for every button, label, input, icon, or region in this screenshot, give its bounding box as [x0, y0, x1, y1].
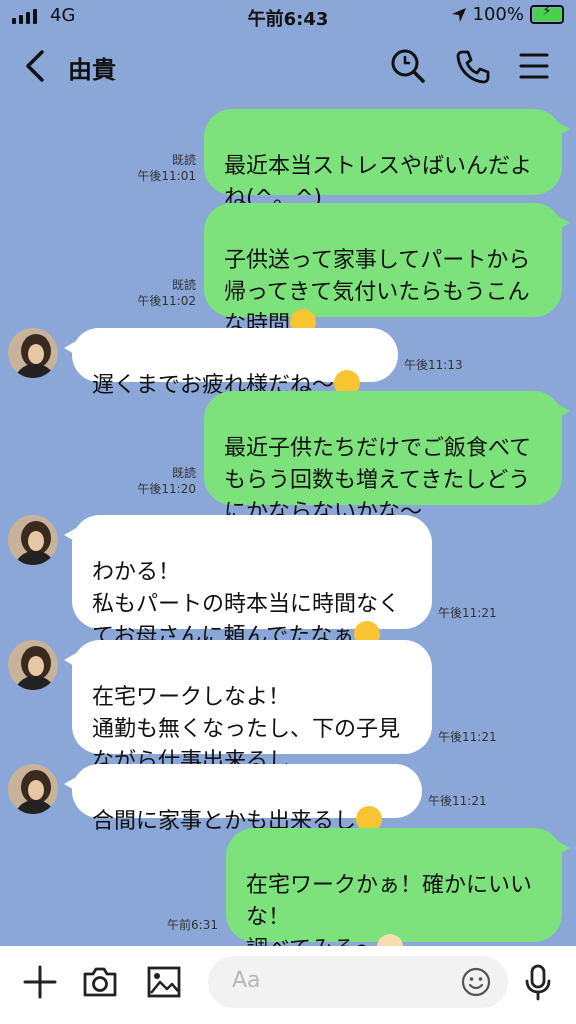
- message-bubble[interactable]: 最近本当ストレスやばいんだよ ね(^。^): [204, 109, 570, 211]
- message-bubble[interactable]: 最近子供たちだけでご飯食べて もらう回数も増えてきたしどう にかならないかな〜: [204, 391, 570, 525]
- message-time: 午後11:21: [438, 606, 497, 620]
- message-time: 午後11:21: [438, 730, 497, 744]
- message-bubble[interactable]: 合間に家事とかも出来るし: [64, 764, 422, 834]
- status-bar: 4G 午前6:43 100% ⚡: [0, 0, 576, 32]
- avatar[interactable]: [8, 764, 58, 814]
- emoji-icon[interactable]: [460, 966, 492, 998]
- read-receipt: 既読: [171, 278, 196, 292]
- message-meta: 既読 午後11:02: [120, 277, 196, 309]
- message-input[interactable]: Aa: [208, 956, 508, 1008]
- search-icon[interactable]: [388, 46, 428, 86]
- message-bubble[interactable]: 遅くまでお疲れ様だね〜: [64, 328, 398, 398]
- chat-screen: 4G 午前6:43 100% ⚡ 由貴 既読 午後11:01 最近本当ストレスや…: [0, 0, 576, 1024]
- battery-icon: ⚡: [530, 4, 564, 24]
- phone-icon[interactable]: [452, 46, 492, 86]
- message-time: 午後11:21: [428, 794, 487, 808]
- avatar[interactable]: [8, 640, 58, 690]
- message-time: 午後11:20: [137, 482, 196, 496]
- avatar[interactable]: [8, 328, 58, 378]
- message-meta: 午前6:31: [140, 917, 218, 933]
- message-bubble[interactable]: 在宅ワークしなよ！ 通勤も無くなったし、下の子見 ながら仕事出来るし: [64, 640, 432, 774]
- message-time: 午後11:02: [137, 294, 196, 308]
- message-time: 午後11:13: [404, 358, 463, 372]
- message-input-placeholder: Aa: [232, 968, 261, 993]
- message-time: 午後11:01: [137, 169, 196, 183]
- message-text: 在宅ワークしなよ！ 通勤も無くなったし、下の子見 ながら仕事出来るし: [92, 685, 401, 774]
- charging-icon: ⚡: [542, 4, 552, 19]
- avatar[interactable]: [8, 515, 58, 565]
- chat-header: 由貴: [0, 32, 576, 102]
- message-meta: 既読 午後11:01: [120, 152, 196, 184]
- read-receipt: 既読: [171, 153, 196, 167]
- message-meta: 既読 午後11:20: [120, 465, 196, 497]
- message-text: 最近子供たちだけでご飯食べて もらう回数も増えてきたしどう にかならないかな〜: [224, 436, 532, 525]
- plus-icon[interactable]: [20, 962, 60, 1002]
- chevron-left-icon[interactable]: [22, 48, 52, 84]
- menu-icon[interactable]: [514, 46, 554, 86]
- message-time: 午前6:31: [167, 918, 218, 932]
- read-receipt: 既読: [171, 466, 196, 480]
- message-bubble[interactable]: わかる！ 私もパートの時本当に時間なく てお母さんに頼んでたなぁ: [64, 515, 432, 649]
- battery-percent: 100%: [472, 4, 524, 25]
- message-bubble[interactable]: 在宅ワークかぁ！確かにいい な！ 調べてみる〜: [226, 828, 570, 962]
- mic-icon[interactable]: [518, 962, 558, 1002]
- location-icon: [451, 7, 466, 22]
- composer-bar: Aa: [0, 946, 576, 1024]
- contact-name: 由貴: [68, 56, 116, 84]
- message-bubble[interactable]: 子供送って家事してパートから 帰ってきて気付いたらもうこん な時間: [204, 203, 570, 337]
- message-text: 子供送って家事してパートから 帰ってきて気付いたらもうこん な時間: [224, 248, 531, 337]
- camera-icon[interactable]: [80, 962, 120, 1002]
- image-icon[interactable]: [144, 962, 184, 1002]
